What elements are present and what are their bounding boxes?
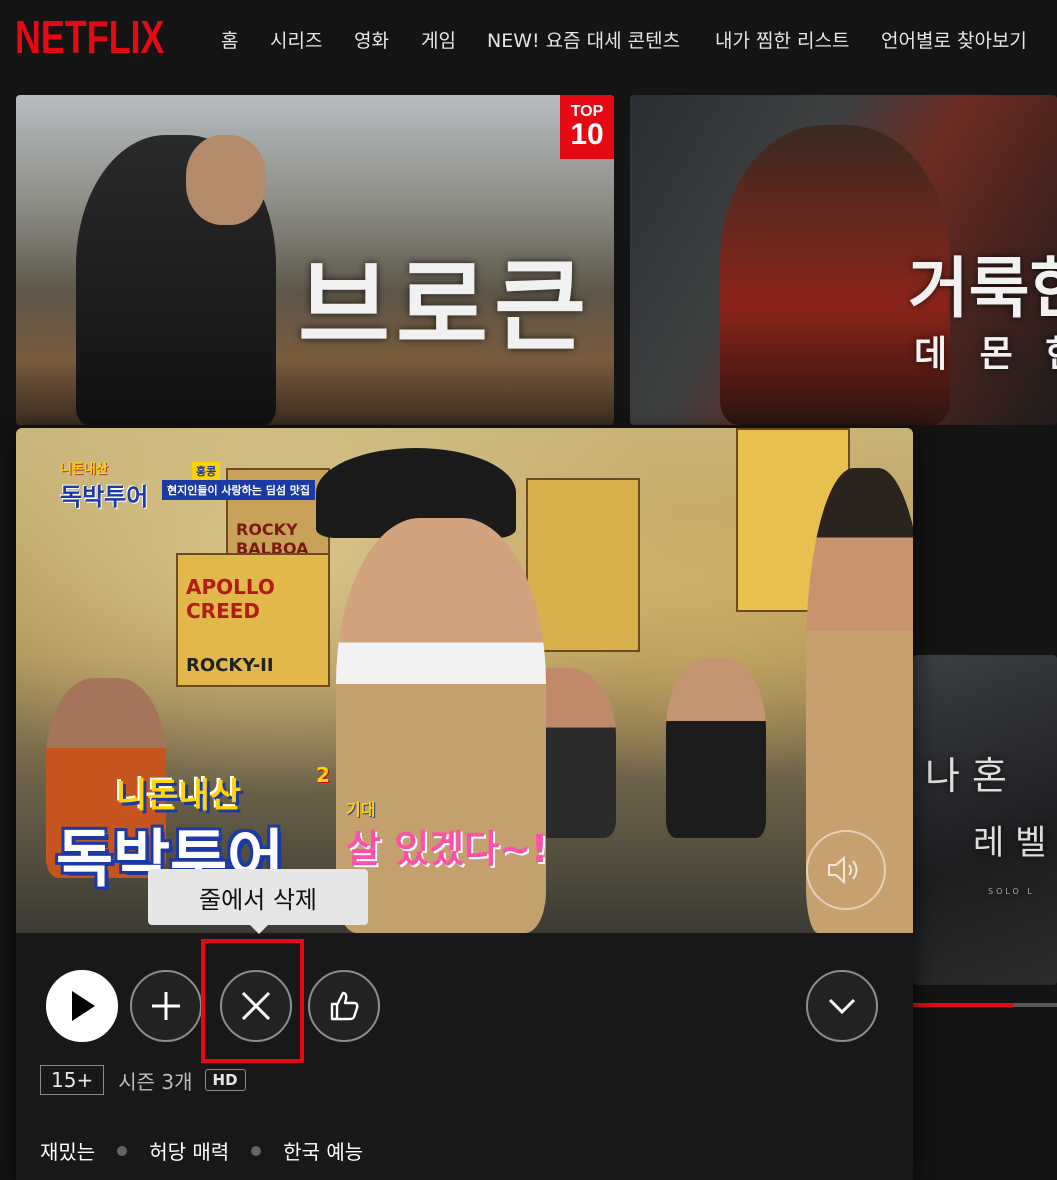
genre-tag: 재밌는 bbox=[40, 1140, 96, 1164]
nav-item-my-list[interactable]: 내가 찜한 리스트 bbox=[715, 26, 849, 53]
title-card-broken[interactable]: 브로큰 TOP 10 bbox=[16, 95, 614, 425]
wall-poster bbox=[526, 478, 640, 652]
genre-tag: 한국 예능 bbox=[283, 1140, 364, 1164]
top-navigation: NETFLIX 홈 시리즈 영화 게임 NEW! 요즘 대세 콘텐츠 내가 찜한… bbox=[0, 0, 1057, 78]
season-count: 시즌 3개 bbox=[118, 1069, 193, 1094]
overlay-speech: 살 있겠다~! bbox=[346, 827, 549, 871]
tag-separator bbox=[251, 1145, 262, 1156]
title-art-subtitle: 데 몬 헌 bbox=[914, 334, 1057, 375]
title-art: 나 혼 bbox=[925, 754, 1007, 798]
watch-progress-fill bbox=[913, 1003, 1014, 1007]
plus-icon bbox=[152, 992, 180, 1020]
tooltip-arrow bbox=[250, 925, 268, 934]
nav-item-movies[interactable]: 영화 bbox=[354, 26, 389, 53]
title-art-line2: 레 벨 bbox=[973, 823, 1047, 863]
netflix-logo[interactable]: NETFLIX bbox=[15, 12, 165, 62]
highlight-box bbox=[201, 939, 304, 1063]
overlay-suffix: 기대 bbox=[346, 800, 376, 819]
top10-badge-number: 10 bbox=[570, 118, 604, 151]
preview-controls: 15+ 시즌 3개 HD 재밌는 허당 매력 한국 예능 bbox=[16, 933, 913, 1180]
watch-progress-bar bbox=[913, 1003, 1057, 1007]
play-icon bbox=[72, 991, 95, 1021]
nav-item-home[interactable]: 홈 bbox=[221, 26, 238, 53]
preview-card[interactable]: ROCKY BALBOA APOLLO CREED ROCKY-II 니돈내산 … bbox=[16, 428, 913, 1180]
preview-video[interactable]: ROCKY BALBOA APOLLO CREED ROCKY-II 니돈내산 … bbox=[16, 428, 913, 933]
background-person bbox=[666, 658, 766, 838]
speaker-icon bbox=[828, 855, 858, 885]
add-to-list-button[interactable] bbox=[130, 970, 202, 1042]
show-logo-small-top: 니돈내산 bbox=[60, 462, 108, 477]
overlay-number: 2 bbox=[316, 763, 330, 787]
remove-from-row-tooltip: 줄에서 삭제 bbox=[148, 869, 368, 925]
nav-item-series[interactable]: 시리즈 bbox=[270, 26, 322, 53]
title-art: 브로큰 bbox=[298, 248, 592, 365]
hd-badge: HD bbox=[204, 1069, 246, 1091]
nav-item-browse-languages[interactable]: 언어별로 찾아보기 bbox=[881, 26, 1027, 53]
tag-separator bbox=[117, 1145, 128, 1156]
maturity-rating-badge: 15+ bbox=[40, 1065, 105, 1095]
episode-caption: 현지인들이 사랑하는 딤섬 맛집 bbox=[162, 480, 316, 500]
character-face bbox=[186, 135, 266, 225]
thumbs-up-icon bbox=[330, 991, 359, 1021]
title-card-holy-night[interactable]: 거룩한 데 몬 헌 bbox=[630, 95, 1057, 425]
top10-badge: TOP 10 bbox=[560, 95, 614, 159]
show-logo-small: 니돈내산 독박투어 bbox=[60, 458, 148, 512]
genre-tag: 허당 매력 bbox=[149, 1140, 230, 1164]
nav-item-new-popular[interactable]: NEW! 요즘 대세 콘텐츠 bbox=[487, 26, 680, 53]
nav-item-games[interactable]: 게임 bbox=[421, 26, 456, 53]
play-button[interactable] bbox=[46, 970, 118, 1042]
wall-poster: APOLLO CREED ROCKY-II bbox=[176, 553, 330, 687]
genre-tags: 재밌는 허당 매력 한국 예능 bbox=[40, 1136, 363, 1165]
more-info-button[interactable] bbox=[806, 970, 878, 1042]
chevron-down-icon bbox=[828, 998, 856, 1015]
show-logo-small-bottom: 독박투어 bbox=[60, 483, 149, 511]
wall-poster-text: APOLLO CREED bbox=[186, 575, 275, 623]
title-art: 거룩한 bbox=[908, 250, 1057, 327]
episode-location-tag: 홍콩 bbox=[192, 462, 221, 480]
mute-toggle-button[interactable] bbox=[806, 830, 886, 910]
maturity-and-info: 15+ 시즌 3개 HD bbox=[40, 1065, 246, 1095]
title-art-small: SOLO L bbox=[988, 887, 1035, 896]
title-card-solo-leveling[interactable]: 나 혼 레 벨 SOLO L bbox=[913, 655, 1057, 985]
wall-poster-text: ROCKY-II bbox=[186, 655, 274, 676]
rate-button[interactable] bbox=[308, 970, 380, 1042]
